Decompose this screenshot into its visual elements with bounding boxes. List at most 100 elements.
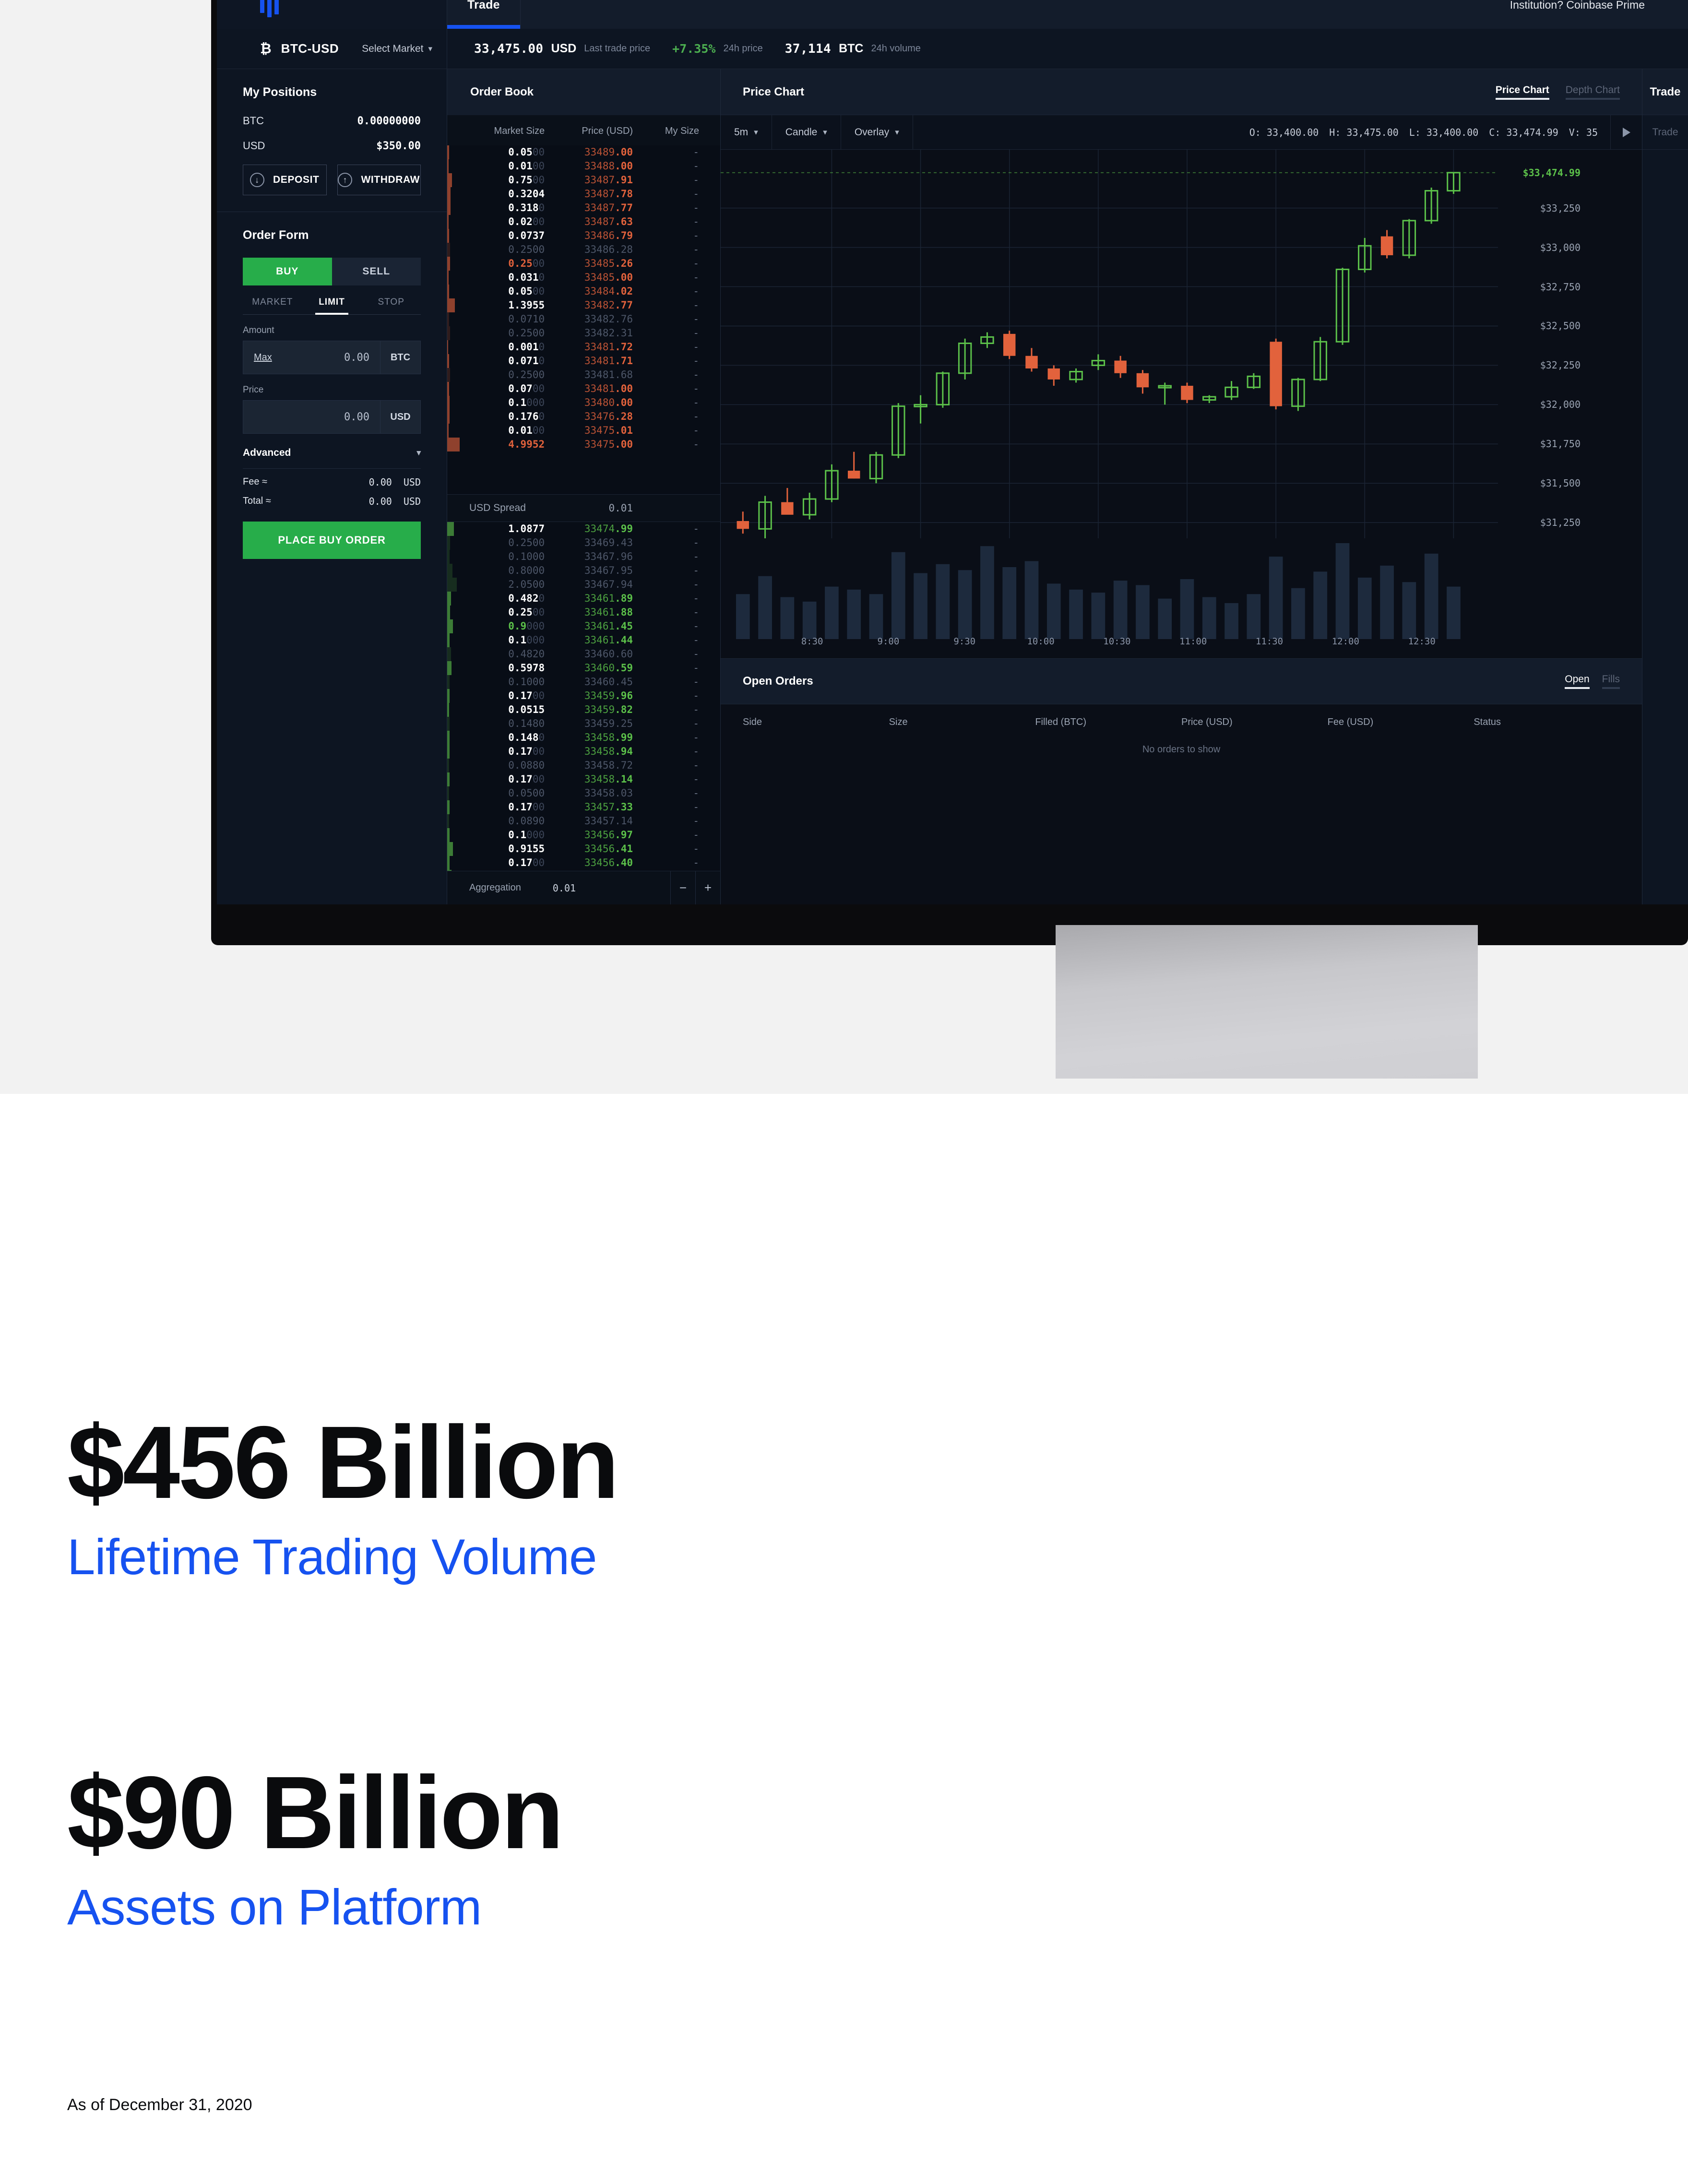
arrow-down-icon: ↓ (250, 173, 265, 187)
col-price: Price (USD) (582, 126, 633, 136)
play-button[interactable] (1610, 115, 1642, 149)
order-book-row[interactable]: 0.1700 33456.40 - (447, 856, 720, 870)
aggregation-decrease-button[interactable]: − (670, 871, 695, 904)
tab-trade[interactable]: Trade (447, 0, 521, 29)
order-book-row[interactable]: 0.0500 33489.00 - (447, 145, 720, 159)
order-book-row[interactable]: 0.0737 33486.79 - (447, 229, 720, 243)
sell-tab[interactable]: SELL (332, 258, 421, 285)
order-book-row[interactable]: 0.1760 33476.28 - (447, 410, 720, 424)
overlay-dropdown[interactable]: Overlay ▾ (841, 115, 913, 149)
order-book-row[interactable]: 0.0100 33475.01 - (447, 424, 720, 438)
order-book-row[interactable]: 0.1000 33480.00 - (447, 396, 720, 410)
price-chart-canvas[interactable]: $33,474.99 $33,250 $33,000 $32,750 $32,500 $3… (721, 150, 1642, 658)
order-book-row[interactable]: 0.0100 33488.00 - (447, 159, 720, 173)
depth-bar (447, 564, 452, 578)
order-book-row[interactable]: 0.1000 33456.97 - (447, 828, 720, 842)
order-book-row[interactable]: 0.0890 33457.14 - (447, 814, 720, 828)
order-my-size: - (693, 439, 699, 450)
order-book-row[interactable]: 0.9000 33461.45 - (447, 619, 720, 633)
order-book-row[interactable]: 0.4820 33460.60 - (447, 647, 720, 661)
market-selector[interactable]: ₿ BTC-USD Select Market ▾ (217, 29, 447, 69)
tab-open[interactable]: Open (1565, 674, 1590, 689)
order-book-row[interactable]: 0.2500 33486.28 - (447, 243, 720, 257)
order-book-row[interactable]: 0.2500 33485.26 - (447, 257, 720, 271)
tab-stop[interactable]: STOP (361, 297, 421, 314)
order-my-size: - (693, 355, 699, 367)
price-field[interactable]: 0.00 USD (243, 400, 421, 434)
withdraw-button[interactable]: ↑ WITHDRAW (337, 165, 421, 195)
chart-type-dropdown[interactable]: Candle ▾ (772, 115, 841, 149)
interval-dropdown[interactable]: 5m ▾ (721, 115, 772, 149)
order-price: 33488.00 (584, 160, 633, 172)
order-book-row[interactable]: 0.0700 33481.00 - (447, 382, 720, 396)
order-book-row[interactable]: 0.1700 33458.94 - (447, 745, 720, 759)
order-book-row[interactable]: 1.0877 33474.99 - (447, 522, 720, 536)
ask-rows[interactable]: 0.0500 33489.00 - 0.0100 33488.00 - 0.7500 3348… (447, 145, 720, 494)
amount-input[interactable]: 0.00 (344, 352, 369, 364)
order-book-row[interactable]: 0.9155 33456.41 - (447, 842, 720, 856)
positions-panel: My Positions BTC 0.00000000 USD $350.00 (217, 69, 447, 212)
order-book-row[interactable]: 0.1700 33458.14 - (447, 772, 720, 786)
order-book-row[interactable]: 0.2500 33482.31 - (447, 326, 720, 340)
select-market-dropdown[interactable]: Select Market ▾ (362, 43, 432, 55)
tab-limit[interactable]: LIMIT (302, 297, 362, 315)
order-book-row[interactable]: 0.0515 33459.82 - (447, 703, 720, 717)
order-price: 33457.33 (584, 801, 633, 813)
amount-field[interactable]: Max 0.00 BTC (243, 341, 421, 374)
order-book-row[interactable]: 0.0880 33458.72 - (447, 759, 720, 772)
order-book-row[interactable]: 0.1480 33459.25 - (447, 717, 720, 731)
tab-depth-chart[interactable]: Depth Chart (1565, 84, 1620, 100)
order-book-row[interactable]: 0.0710 33482.76 - (447, 312, 720, 326)
order-book-row[interactable]: 0.0500 33484.02 - (447, 285, 720, 298)
place-buy-order-button[interactable]: PLACE BUY ORDER (243, 522, 421, 559)
order-book-row[interactable]: 0.5978 33460.59 - (447, 661, 720, 675)
order-book-row[interactable]: 0.1480 33458.99 - (447, 731, 720, 745)
order-book-row[interactable]: 4.9952 33475.00 - (447, 438, 720, 451)
tab-price-chart[interactable]: Price Chart (1495, 84, 1549, 100)
order-book-row[interactable]: 0.0200 33487.63 - (447, 215, 720, 229)
withdraw-label: WITHDRAW (361, 174, 420, 185)
order-my-size: - (693, 216, 699, 227)
tab-fills[interactable]: Fills (1602, 674, 1620, 689)
order-book-row[interactable]: 0.1700 33457.33 - (447, 800, 720, 814)
order-book-row[interactable]: 0.8000 33467.95 - (447, 564, 720, 578)
order-price: 33475.01 (584, 425, 633, 436)
amount-label: Amount (243, 325, 274, 335)
order-book-row[interactable]: 0.0010 33481.72 - (447, 340, 720, 354)
brand-cell[interactable] (217, 0, 447, 29)
aggregation-increase-button[interactable]: + (695, 871, 720, 904)
order-book-row[interactable]: 2.0500 33467.94 - (447, 578, 720, 592)
coinbase-pro-logo-icon[interactable] (260, 0, 279, 17)
order-book-row[interactable]: 0.4820 33461.89 - (447, 592, 720, 605)
order-book-row[interactable]: 0.1000 33467.96 - (447, 550, 720, 564)
bid-rows[interactable]: 1.0877 33474.99 - 0.2500 33469.43 - 0.1000 3346… (447, 522, 720, 871)
order-book-row[interactable]: 0.2500 33461.88 - (447, 605, 720, 619)
depth-bar (447, 605, 450, 619)
order-book-row[interactable]: 0.0710 33481.71 - (447, 354, 720, 368)
order-book-row[interactable]: 0.0310 33485.00 - (447, 271, 720, 285)
order-book-row[interactable]: 0.7500 33487.91 - (447, 173, 720, 187)
order-book-row[interactable]: 1.3955 33482.77 - (447, 298, 720, 312)
order-book-row[interactable]: 0.2500 33481.68 - (447, 368, 720, 382)
order-book-row[interactable]: 0.3180 33487.77 - (447, 201, 720, 215)
order-book-row[interactable]: 0.0500 33458.03 - (447, 786, 720, 800)
price-input[interactable]: 0.00 (344, 411, 369, 423)
order-book-row[interactable]: 0.3204 33487.78 - (447, 187, 720, 201)
amount-max-link[interactable]: Max (254, 352, 272, 363)
buy-tab[interactable]: BUY (243, 258, 332, 285)
order-book-row[interactable]: 0.597933453.42- (447, 870, 720, 871)
order-my-size: - (693, 285, 699, 297)
chart-header: Price Chart Price Chart Depth Chart (721, 69, 1642, 115)
order-book-row[interactable]: 0.2500 33469.43 - (447, 536, 720, 550)
advanced-toggle[interactable]: Advanced ▾ (243, 447, 421, 459)
order-book-row[interactable]: 0.1000 33460.45 - (447, 675, 720, 689)
deposit-button[interactable]: ↓ DEPOSIT (243, 165, 327, 195)
order-price: 33487.78 (584, 188, 633, 200)
order-book-row[interactable]: 0.1700 33459.96 - (447, 689, 720, 703)
order-size: 0.0710 (508, 355, 545, 367)
institution-link[interactable]: Institution? Coinbase Prime (1510, 0, 1688, 29)
volume-24h-label: 24h volume (871, 43, 921, 54)
tab-market[interactable]: MARKET (243, 297, 302, 314)
order-price: 33487.63 (584, 216, 633, 227)
order-book-row[interactable]: 0.1000 33461.44 - (447, 633, 720, 647)
